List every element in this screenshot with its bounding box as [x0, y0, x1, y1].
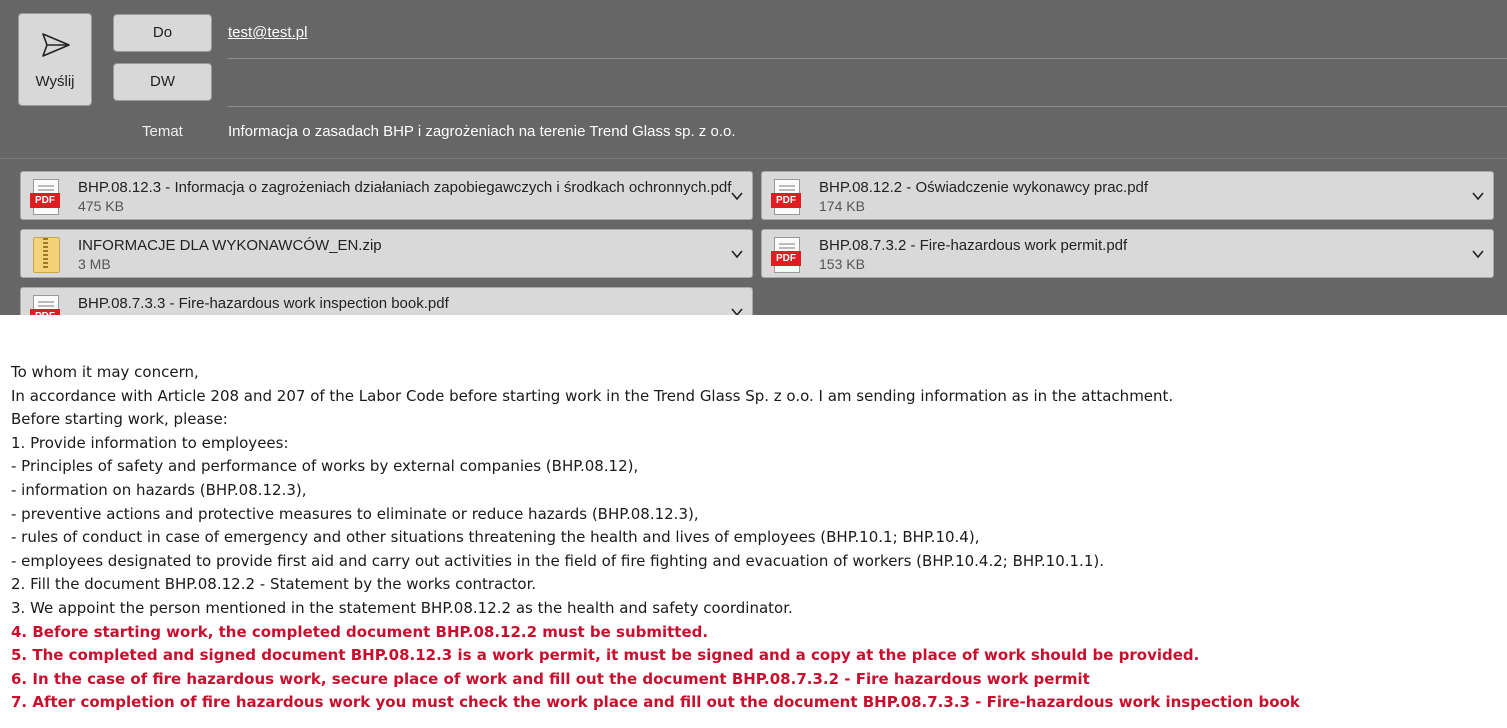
body-line: 2. Fill the document BHP.08.12.2 - State…	[11, 575, 537, 594]
subject-field[interactable]: Informacja o zasadach BHP i zagrożeniach…	[228, 123, 736, 140]
send-button[interactable]: Wyślij	[18, 13, 92, 106]
body-line: 1. Provide information to employees:	[11, 433, 289, 452]
attachment-item[interactable]: PDF BHP.08.7.3.2 - Fire-hazardous work p…	[761, 229, 1494, 278]
body-line: 3. We appoint the person mentioned in th…	[11, 598, 793, 617]
body-line: - preventive actions and protective meas…	[11, 504, 699, 523]
message-body[interactable]: To whom it may concern, In accordance wi…	[11, 361, 1300, 715]
attachment-name: BHP.08.7.3.2 - Fire-hazardous work permi…	[819, 237, 1128, 254]
cc-field[interactable]	[228, 72, 1498, 94]
attachment-name: BHP.08.12.2 - Oświadczenie wykonawcy pra…	[819, 179, 1149, 196]
send-icon	[42, 33, 70, 57]
body-line: In accordance with Article 208 and 207 o…	[11, 386, 1174, 405]
pdf-file-icon: PDF	[771, 179, 803, 215]
body-line: To whom it may concern,	[11, 363, 199, 381]
attachment-size: 3 MB	[78, 256, 111, 272]
chevron-down-icon[interactable]	[730, 305, 744, 315]
pdf-file-icon: PDF	[771, 237, 803, 273]
attachment-item[interactable]: PDF BHP.08.12.3 - Informacja o zagrożeni…	[20, 171, 753, 220]
body-line: - information on hazards (BHP.08.12.3),	[11, 480, 307, 499]
attachment-name: INFORMACJE DLA WYKONAWCÓW_EN.zip	[78, 237, 382, 254]
body-line-highlighted: 4. Before starting work, the completed d…	[11, 622, 709, 641]
pdf-file-icon: PDF	[30, 295, 62, 315]
attachment-size: 174 KB	[819, 198, 865, 214]
body-line: - employees designated to provide first …	[11, 551, 1104, 570]
attachment-item[interactable]: INFORMACJE DLA WYKONAWCÓW_EN.zip 3 MB	[20, 229, 753, 278]
body-line: - rules of conduct in case of emergency …	[11, 528, 980, 547]
chevron-down-icon[interactable]	[1471, 189, 1485, 203]
cc-button[interactable]: DW	[113, 63, 212, 101]
attachment-item[interactable]: PDF BHP.08.12.2 - Oświadczenie wykonawcy…	[761, 171, 1494, 220]
zip-folder-icon	[30, 237, 62, 273]
body-line-highlighted: 6. In the case of fire hazardous work, s…	[11, 669, 1090, 688]
chevron-down-icon[interactable]	[730, 247, 744, 261]
to-recipient[interactable]: test@test.pl	[228, 24, 307, 41]
compose-header: Wyślij Do DW test@test.pl Temat Informac…	[0, 0, 1507, 158]
attachment-item[interactable]: PDF BHP.08.7.3.3 - Fire-hazardous work i…	[20, 287, 753, 315]
attachment-name: BHP.08.12.3 - Informacja o zagrożeniach …	[78, 179, 732, 196]
attachment-size: 475 KB	[78, 198, 124, 214]
to-button[interactable]: Do	[113, 14, 212, 52]
body-line-highlighted: 7. After completion of fire hazardous wo…	[11, 693, 1300, 712]
attachments-panel: PDF BHP.08.12.3 - Informacja o zagrożeni…	[0, 158, 1507, 315]
subject-label: Temat	[142, 123, 183, 140]
chevron-down-icon[interactable]	[730, 189, 744, 203]
attachment-name: BHP.08.7.3.3 - Fire-hazardous work inspe…	[78, 295, 449, 312]
send-label: Wyślij	[35, 73, 75, 90]
pdf-file-icon: PDF	[30, 179, 62, 215]
body-line: Before starting work, please:	[11, 410, 228, 429]
chevron-down-icon[interactable]	[1471, 247, 1485, 261]
cc-field-divider	[228, 106, 1507, 107]
body-line: - Principles of safety and performance o…	[11, 457, 639, 476]
body-line-highlighted: 5. The completed and signed document BHP…	[11, 646, 1200, 665]
to-field-divider	[228, 58, 1507, 59]
attachment-size: 153 KB	[819, 256, 865, 272]
